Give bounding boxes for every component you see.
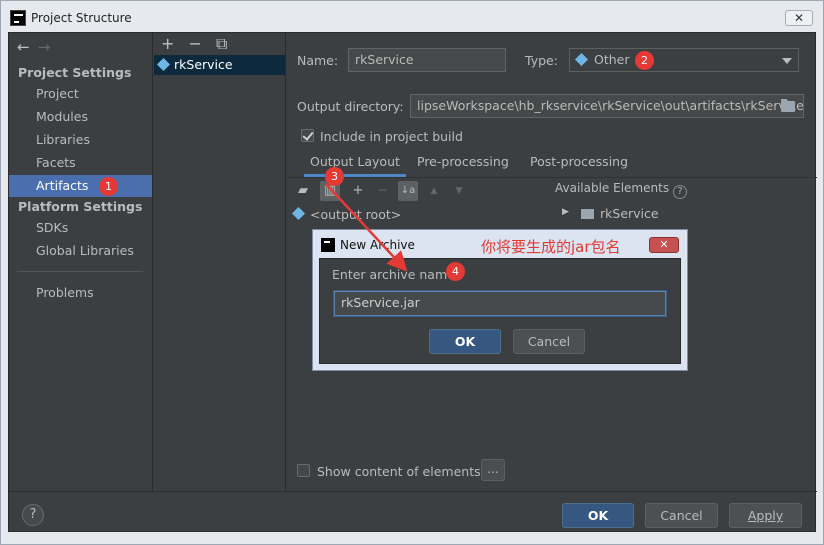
artifacts-list-panel: + − ⧉ rkService — [153, 33, 286, 491]
window-bottom-border — [0, 532, 824, 545]
module-folder-icon — [581, 209, 594, 219]
add-copy-of-icon[interactable]: + — [348, 181, 368, 201]
nav-item-project[interactable]: Project — [9, 83, 152, 105]
artifact-diamond-icon — [156, 57, 171, 72]
annotation-text: 你将要生成的jar包名 — [481, 238, 621, 256]
window-left-border — [0, 32, 8, 545]
available-item-rkservice[interactable]: rkService — [600, 206, 659, 221]
dialog-button-bar: ? OK Cancel Apply — [9, 491, 817, 533]
window-close-button[interactable]: ✕ — [785, 10, 813, 26]
window-titlebar: Project Structure ✕ — [0, 0, 824, 32]
nav-separator — [17, 271, 143, 272]
show-content-label: Show content of elements — [317, 464, 481, 479]
name-input[interactable]: rkService — [348, 48, 506, 72]
artifacts-toolbar: + − ⧉ — [161, 34, 236, 54]
move-up-icon[interactable]: ▲ — [424, 181, 444, 201]
help-icon[interactable]: ? — [673, 185, 688, 199]
intellij-app-icon — [10, 10, 26, 26]
nav-arrows: ← → — [17, 38, 50, 56]
move-down-icon[interactable]: ▼ — [449, 181, 469, 201]
platform-settings-header: Platform Settings — [18, 199, 143, 214]
nav-item-artifacts[interactable]: Artifacts 1 — [9, 175, 152, 197]
tab-post-processing[interactable]: Post-processing — [530, 154, 628, 169]
annotation-badge-4: 4 — [446, 262, 465, 281]
output-directory-value: lipseWorkspace\hb_rkservice\rkService\ou… — [417, 98, 804, 113]
include-in-build-checkbox[interactable] — [301, 129, 314, 142]
annotation-badge-3: 3 — [325, 167, 344, 186]
help-button[interactable]: ? — [22, 504, 44, 526]
tab-output-layout[interactable]: Output Layout — [304, 154, 406, 177]
artifact-list-item-label: rkService — [174, 57, 233, 72]
nav-item-facets[interactable]: Facets — [9, 152, 152, 174]
sort-elements-icon[interactable]: ↓a — [398, 181, 418, 201]
remove-artifact-icon[interactable]: − — [189, 34, 202, 53]
archive-name-input[interactable]: rkService.jar — [334, 291, 666, 316]
ellipsis-button[interactable]: ... — [481, 459, 505, 481]
show-content-checkbox[interactable] — [297, 464, 310, 477]
copy-artifact-icon[interactable]: ⧉ — [216, 34, 227, 53]
cancel-button[interactable]: Cancel — [645, 503, 718, 528]
nav-item-libraries[interactable]: Libraries — [9, 129, 152, 151]
tab-strip-line — [287, 177, 817, 178]
dialog-app-icon — [321, 238, 335, 252]
annotation-badge-1: 1 — [99, 177, 118, 196]
type-diamond-icon — [574, 52, 589, 67]
nav-item-problems[interactable]: Problems — [9, 282, 152, 304]
tab-pre-processing[interactable]: Pre-processing — [417, 154, 509, 169]
back-arrow-icon[interactable]: ← — [17, 38, 30, 56]
nav-item-modules[interactable]: Modules — [9, 106, 152, 128]
nav-item-artifacts-label: Artifacts — [36, 178, 89, 193]
apply-button[interactable]: Apply — [729, 503, 802, 528]
dialog-body: Enter archive name: 4 rkService.jar OK C… — [319, 258, 681, 364]
forward-arrow-icon[interactable]: → — [38, 38, 51, 56]
output-root-diamond-icon — [291, 206, 306, 221]
output-root-node[interactable]: <output root> — [310, 207, 401, 222]
ok-button[interactable]: OK — [562, 503, 634, 528]
output-directory-input[interactable]: lipseWorkspace\hb_rkservice\rkService\ou… — [410, 94, 804, 118]
artifact-list-item[interactable]: rkService — [154, 55, 285, 75]
window-title: Project Structure — [31, 11, 132, 25]
dialog-ok-button[interactable]: OK — [429, 329, 501, 354]
dialog-close-button[interactable]: ✕ — [649, 237, 679, 253]
include-in-build-label: Include in project build — [320, 129, 463, 144]
new-directory-icon[interactable]: ▰ — [293, 181, 313, 201]
type-dropdown-value: Other — [594, 52, 630, 67]
window-right-border — [816, 32, 824, 545]
remove-element-icon[interactable]: − — [373, 181, 393, 201]
expand-triangle-icon[interactable]: ▶ — [562, 207, 569, 217]
available-elements-label: Available Elements — [555, 181, 670, 195]
type-dropdown[interactable]: Other 2 — [569, 48, 799, 72]
add-artifact-icon[interactable]: + — [161, 34, 174, 53]
chevron-down-icon — [782, 58, 792, 64]
settings-nav: ← → Project Settings Project Modules Libr… — [9, 33, 153, 491]
annotation-badge-2: 2 — [635, 51, 654, 70]
nav-item-global-libraries[interactable]: Global Libraries — [9, 240, 152, 262]
create-archive-icon[interactable]: ▥ 3 — [320, 167, 344, 201]
dialog-title: New Archive — [340, 238, 415, 252]
archive-name-label: Enter archive name: — [332, 267, 460, 282]
dialog-cancel-button[interactable]: Cancel — [513, 329, 585, 354]
type-label: Type: — [525, 53, 558, 68]
output-directory-label: Output directory: — [297, 99, 404, 114]
folder-icon[interactable] — [781, 99, 795, 112]
available-elements-header: Available Elements? — [555, 181, 688, 199]
name-label: Name: — [297, 53, 339, 68]
nav-item-sdks[interactable]: SDKs — [9, 217, 152, 239]
project-settings-header: Project Settings — [18, 65, 132, 80]
new-archive-dialog: New Archive 你将要生成的jar包名 ✕ Enter archive … — [312, 229, 688, 371]
